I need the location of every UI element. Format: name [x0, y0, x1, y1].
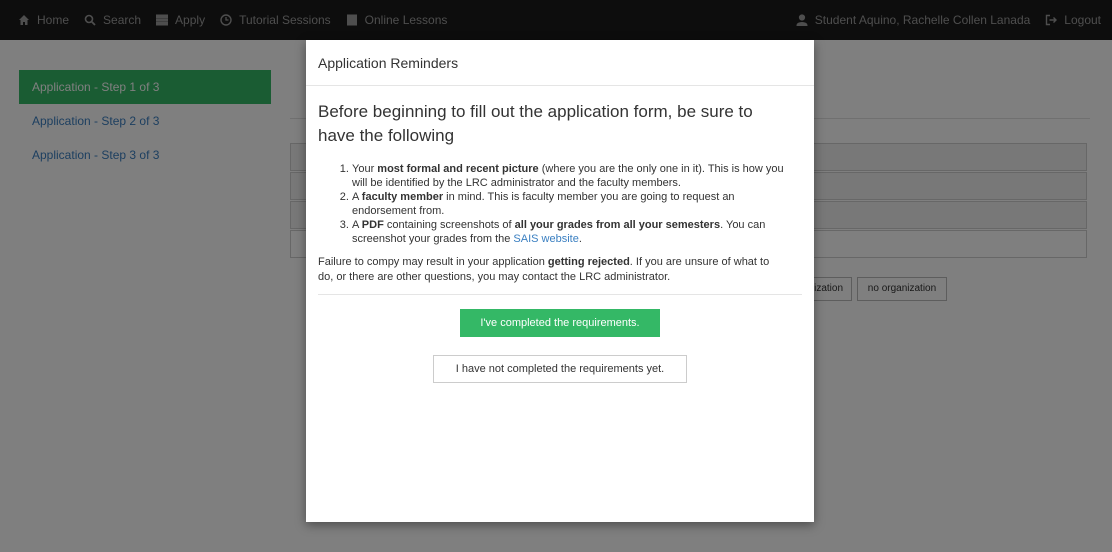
requirement-grades-pdf: A PDF containing screenshots of all your…: [352, 218, 792, 246]
requirement-faculty: A faculty member in mind. This is facult…: [352, 190, 792, 218]
completed-requirements-button[interactable]: I've completed the requirements.: [460, 309, 660, 337]
requirement-picture: Your most formal and recent picture (whe…: [352, 162, 792, 190]
rejection-warning: Failure to compy may result in your appl…: [318, 255, 802, 285]
modal-heading: Before beginning to fill out the applica…: [318, 102, 753, 145]
modal-body: Before beginning to fill out the applica…: [306, 86, 814, 383]
modal-title: Application Reminders: [318, 55, 459, 71]
modal-header: Application Reminders: [306, 40, 814, 86]
not-completed-requirements-button[interactable]: I have not completed the requirements ye…: [433, 355, 687, 383]
application-reminders-modal: Application Reminders Before beginning t…: [306, 40, 814, 522]
modal-divider: [318, 294, 802, 295]
req3-text-mid: containing screenshots of: [383, 219, 515, 231]
req3-text-end: .: [578, 233, 582, 245]
req3-text-bold-grades: all your grades from all your semesters: [514, 219, 721, 231]
req2-text-bold: faculty member: [361, 191, 444, 203]
req2-text-pre: A: [352, 191, 362, 203]
warn-text-pre: Failure to compy may result in your appl…: [318, 256, 548, 268]
requirements-list: Your most formal and recent picture (whe…: [318, 162, 802, 246]
req3-text-bold-pdf: PDF: [361, 219, 384, 231]
req1-text-bold: most formal and recent picture: [377, 163, 539, 175]
req1-text-pre: Your: [352, 163, 378, 175]
req3-text-pre: A: [352, 219, 362, 231]
sais-website-link[interactable]: SAIS website: [513, 233, 578, 245]
warn-text-bold: getting rejected: [547, 256, 630, 268]
